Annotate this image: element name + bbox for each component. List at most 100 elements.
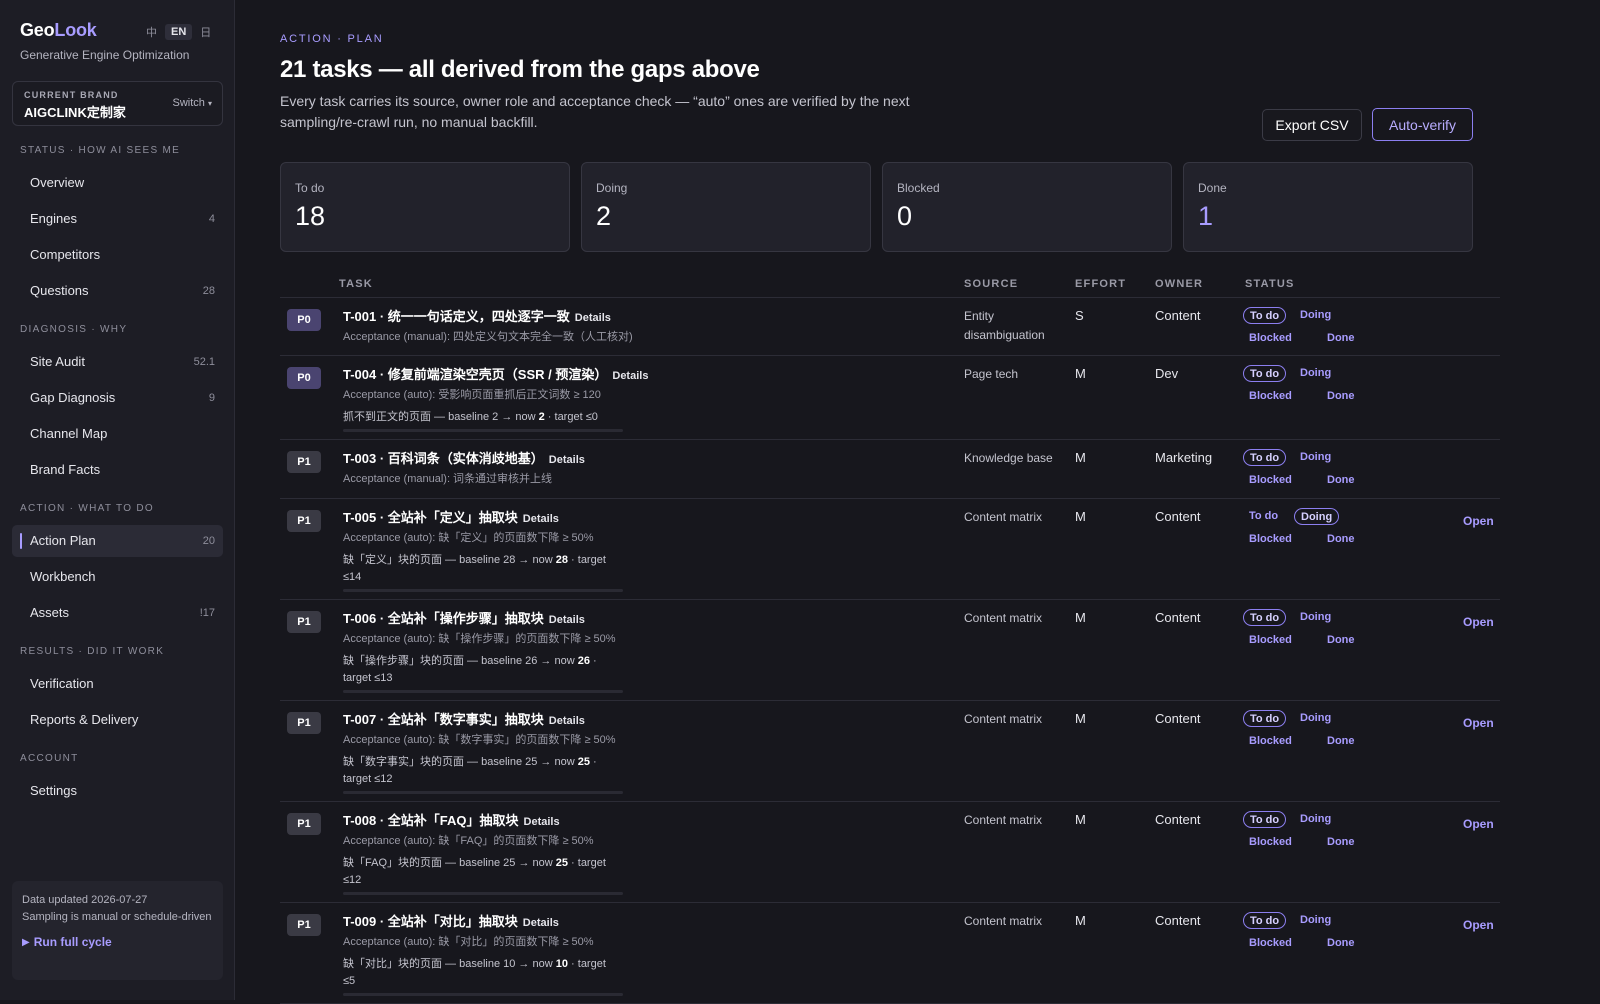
stat-label: To do xyxy=(295,181,325,195)
status-option-done[interactable]: Done xyxy=(1321,330,1361,347)
sidebar-item-gap-diagnosis[interactable]: Gap Diagnosis 9 xyxy=(12,382,223,414)
language-switcher: 中 EN 日 xyxy=(146,24,211,40)
details-link[interactable]: Details xyxy=(523,917,559,929)
details-link[interactable]: Details xyxy=(524,816,560,828)
task-cell: T-008 · 全站补「FAQ」抽取块 Details Acceptance (au… xyxy=(343,812,943,895)
status-option-done[interactable]: Done xyxy=(1321,935,1361,952)
status-option-doing[interactable]: Doing xyxy=(1294,449,1337,466)
logo[interactable]: GeoLook xyxy=(20,20,97,41)
column-header-task: TASK xyxy=(339,278,373,290)
sidebar-item-channel-map[interactable]: Channel Map xyxy=(12,418,223,450)
status-option-doing[interactable]: Doing xyxy=(1294,710,1337,727)
task-title: T-001 · 统一一句话定义，四处逐字一致 Details xyxy=(343,308,943,327)
status-option-doing[interactable]: Doing xyxy=(1294,811,1337,828)
progress-bar xyxy=(343,429,623,432)
status-option-done[interactable]: Done xyxy=(1321,834,1361,851)
owner-cell: Content xyxy=(1155,610,1201,625)
status-option-doing[interactable]: Doing xyxy=(1294,609,1337,626)
status-option-todo[interactable]: To do xyxy=(1243,710,1287,727)
details-link[interactable]: Details xyxy=(575,312,611,324)
acceptance-criteria: Acceptance (auto): 缺「数字事实」的页面数下降 ≥ 50% xyxy=(343,734,616,746)
sidebar-item-label: Settings xyxy=(30,783,77,798)
sidebar-item-assets[interactable]: Assets !17 xyxy=(12,597,223,629)
export-csv-button[interactable]: Export CSV xyxy=(1262,109,1362,141)
stat-card-todo: To do 18 xyxy=(280,162,570,252)
status-option-todo[interactable]: To do xyxy=(1243,508,1284,525)
sidebar-item-competitors[interactable]: Competitors xyxy=(12,239,223,271)
sidebar-item-settings[interactable]: Settings xyxy=(12,775,223,807)
source-cell: Entity disambiguation xyxy=(964,309,1045,342)
sidebar-item-label: Site Audit xyxy=(30,354,85,369)
sidebar-item-action-plan[interactable]: Action Plan 20 xyxy=(12,525,223,557)
sidebar-item-questions[interactable]: Questions 28 xyxy=(12,275,223,307)
status-option-doing[interactable]: Doing xyxy=(1294,912,1337,929)
sidebar-item-reports-delivery[interactable]: Reports & Delivery xyxy=(12,704,223,736)
task-title-text: T-007 · 全站补「数字事实」抽取块 xyxy=(343,712,544,727)
status-option-blocked[interactable]: Blocked xyxy=(1243,834,1298,851)
lang-ja[interactable]: 日 xyxy=(200,24,211,40)
metric-now: 25 xyxy=(555,857,568,869)
status-option-blocked[interactable]: Blocked xyxy=(1243,388,1298,405)
sidebar-item-engines[interactable]: Engines 4 xyxy=(12,203,223,235)
status-option-blocked[interactable]: Blocked xyxy=(1243,733,1298,750)
table-row: P0 T-001 · 统一一句话定义，四处逐字一致 Details Acceptanc… xyxy=(280,298,1500,356)
status-option-todo[interactable]: To do xyxy=(1243,307,1287,324)
status-option-done[interactable]: Done xyxy=(1321,531,1361,548)
run-full-cycle-button[interactable]: ▶ Run full cycle xyxy=(22,935,213,949)
details-link[interactable]: Details xyxy=(523,513,559,525)
open-task-button[interactable]: Open xyxy=(1463,817,1494,831)
status-option-blocked[interactable]: Blocked xyxy=(1243,632,1298,649)
status-option-blocked[interactable]: Blocked xyxy=(1243,330,1298,347)
sync-status-panel: Data updated 2026-07-27 Sampling is manu… xyxy=(12,881,223,980)
status-option-blocked[interactable]: Blocked xyxy=(1243,531,1298,548)
status-option-todo[interactable]: To do xyxy=(1243,811,1287,828)
details-link[interactable]: Details xyxy=(549,614,585,626)
auto-verify-button[interactable]: Auto-verify xyxy=(1372,108,1473,141)
column-header-effort: EFFORT xyxy=(1075,278,1127,290)
effort-cell: M xyxy=(1075,913,1086,928)
task-title-text: T-009 · 全站补「对比」抽取块 xyxy=(343,914,518,929)
sidebar-item-overview[interactable]: Overview xyxy=(12,167,223,199)
sidebar-item-verification[interactable]: Verification xyxy=(12,668,223,700)
sidebar-item-workbench[interactable]: Workbench xyxy=(12,561,223,593)
metric-line: 缺「定义」块的页面 — baseline 28 → now 28 · targe… xyxy=(343,552,618,586)
open-task-button[interactable]: Open xyxy=(1463,918,1494,932)
open-task-button[interactable]: Open xyxy=(1463,615,1494,629)
details-link[interactable]: Details xyxy=(549,454,585,466)
sidebar-item-brand-facts[interactable]: Brand Facts xyxy=(12,454,223,486)
open-task-button[interactable]: Open xyxy=(1463,716,1494,730)
lang-en[interactable]: EN xyxy=(165,24,193,40)
caret-down-icon: ▾ xyxy=(207,99,212,108)
details-link[interactable]: Details xyxy=(549,715,585,727)
status-option-doing[interactable]: Doing xyxy=(1294,365,1337,382)
status-option-todo[interactable]: To do xyxy=(1243,609,1287,626)
open-task-button[interactable]: Open xyxy=(1463,514,1494,528)
status-option-doing[interactable]: Doing xyxy=(1294,307,1337,324)
status-option-todo[interactable]: To do xyxy=(1243,912,1287,929)
status-option-done[interactable]: Done xyxy=(1321,632,1361,649)
metric-prefix: 缺「操作步骤」块的页面 — baseline 26 → now xyxy=(343,655,578,667)
status-option-doing[interactable]: Doing xyxy=(1294,508,1340,525)
status-option-done[interactable]: Done xyxy=(1321,733,1361,750)
status-option-todo[interactable]: To do xyxy=(1243,449,1287,466)
status-option-todo[interactable]: To do xyxy=(1243,365,1287,382)
stat-label: Done xyxy=(1198,181,1227,195)
sidebar-item-count: 28 xyxy=(202,285,215,297)
task-title: T-009 · 全站补「对比」抽取块 Details xyxy=(343,913,943,932)
status-option-done[interactable]: Done xyxy=(1321,472,1361,489)
brand-switch-button[interactable]: Switch ▾ xyxy=(173,97,212,109)
sidebar-item-count: !17 xyxy=(199,607,215,619)
metric-line: 缺「FAQ」块的页面 — baseline 25 → now 25 · targ… xyxy=(343,855,618,889)
lang-zh[interactable]: 中 xyxy=(146,24,157,40)
metric-prefix: 缺「定义」块的页面 — baseline 28 → now xyxy=(343,554,556,566)
sidebar-item-site-audit[interactable]: Site Audit 52.1 xyxy=(12,346,223,378)
metric-line: 缺「操作步骤」块的页面 — baseline 26 → now 26 · tar… xyxy=(343,653,618,687)
task-title: T-003 · 百科词条（实体消歧地基） Details xyxy=(343,450,943,469)
status-option-blocked[interactable]: Blocked xyxy=(1243,472,1298,489)
status-option-done[interactable]: Done xyxy=(1321,388,1361,405)
section-diagnosis: DIAGNOSIS · WHY xyxy=(20,324,128,335)
brand-selector[interactable]: CURRENT BRAND AIGCLINK定制家 Switch ▾ xyxy=(12,81,223,126)
table-row: P1 T-009 · 全站补「对比」抽取块 Details Acceptance (a… xyxy=(280,903,1500,1004)
status-option-blocked[interactable]: Blocked xyxy=(1243,935,1298,952)
details-link[interactable]: Details xyxy=(612,370,648,382)
